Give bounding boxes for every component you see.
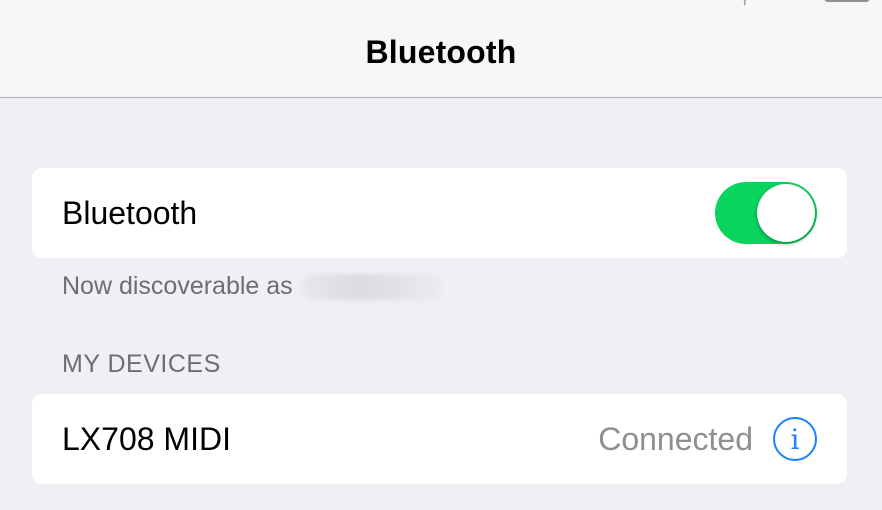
battery-icon — [824, 0, 870, 2]
blurred-device-name — [300, 273, 443, 300]
toggle-knob — [757, 184, 815, 242]
discoverable-footer: Now discoverable as — [62, 272, 443, 301]
bluetooth-settings-group: Bluetooth — [32, 168, 847, 258]
bluetooth-toggle-switch[interactable] — [715, 182, 817, 244]
bluetooth-toggle-row: Bluetooth — [32, 168, 847, 258]
bluetooth-label: Bluetooth — [62, 194, 198, 231]
page-title: Bluetooth — [365, 34, 517, 70]
discoverable-text: Now discoverable as — [62, 272, 293, 300]
navigation-bar: ↑ Bluetooth — [0, 0, 882, 98]
device-status: Connected — [598, 420, 753, 457]
status-bar-icon: ↑ — [742, 0, 748, 8]
device-row[interactable]: LX708 MIDI Connected i — [32, 394, 847, 484]
my-devices-header: MY DEVICES — [62, 350, 221, 378]
my-devices-group: LX708 MIDI Connected i — [32, 394, 847, 484]
info-icon[interactable]: i — [773, 417, 817, 461]
device-name: LX708 MIDI — [62, 420, 231, 457]
